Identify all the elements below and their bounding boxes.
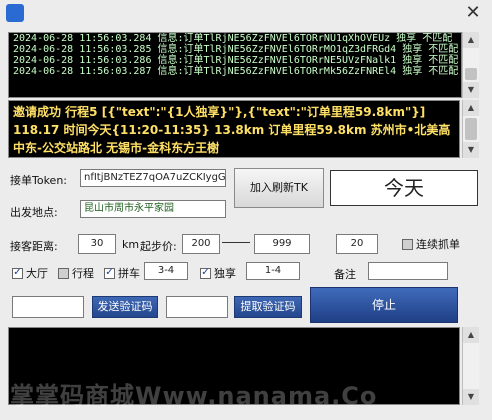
stop-button[interactable]: 停止 xyxy=(310,287,458,323)
continuous-grab-label: 连续抓单 xyxy=(416,238,460,251)
fetch-code-input[interactable] xyxy=(166,296,228,318)
checkbox-box[interactable]: ✓ xyxy=(12,267,23,279)
scroll-up-icon[interactable]: ▲ xyxy=(463,32,479,48)
range-separator xyxy=(222,242,250,243)
distance-label: 接客距离: xyxy=(10,240,58,253)
order-line: 中东-公交站路北 无锡市-金科东方王榭 xyxy=(13,141,220,155)
remark-input[interactable] xyxy=(368,262,448,280)
price-label: 起步价: xyxy=(140,240,177,253)
log-line: 2024-06-28 11:56:03.284 信息:订单TlRjNE56ZzF… xyxy=(13,33,453,44)
log-panel: 2024-06-28 11:56:03.284 信息:订单TlRjNE56ZzF… xyxy=(8,32,462,98)
close-button[interactable]: ✕ xyxy=(460,2,486,24)
trip-checkbox[interactable]: 行程 xyxy=(58,265,94,281)
exclusive-checkbox[interactable]: ✓ 独享 xyxy=(200,265,236,281)
app-icon xyxy=(6,4,24,22)
app-window: ✕ 2024-06-28 11:56:03.284 信息:订单TlRjNE56Z… xyxy=(0,0,492,420)
log-line: 2024-06-28 11:56:03.285 信息:订单TlRjNE56ZzF… xyxy=(13,44,459,55)
price-min-input[interactable]: 200 xyxy=(182,234,220,254)
carpool-checkbox[interactable]: ✓ 拼车 xyxy=(104,265,140,281)
scroll-thumb[interactable] xyxy=(465,68,477,80)
distance-unit: km xyxy=(122,238,140,251)
send-code-button[interactable]: 发送验证码 xyxy=(92,296,158,318)
origin-label: 出发地点: xyxy=(10,206,58,219)
log-line: 2024-06-28 11:56:03.287 信息:订单TlRjNE56ZzF… xyxy=(13,66,459,77)
scroll-thumb[interactable] xyxy=(465,118,477,140)
scroll-down-icon[interactable]: ▼ xyxy=(463,82,479,98)
order-line: 118.17 时间今天{11:20-11:35} 13.8km 订单里程59.8… xyxy=(13,123,451,137)
log-line: 2024-06-28 11:56:03.286 信息:订单TlRjNE56ZzF… xyxy=(13,55,459,66)
scroll-up-icon[interactable]: ▲ xyxy=(463,100,479,116)
distance-input[interactable]: 30 xyxy=(78,234,116,254)
hall-checkbox[interactable]: ✓ 大厅 xyxy=(12,265,48,281)
count-input[interactable]: 20 xyxy=(336,234,378,254)
hall-label: 大厅 xyxy=(26,267,48,280)
scroll-down-icon[interactable]: ▼ xyxy=(463,389,479,405)
log-scrollbar[interactable]: ▲ ▼ xyxy=(462,32,479,98)
price-max-input[interactable]: 999 xyxy=(254,234,310,254)
checkbox-box[interactable] xyxy=(58,267,69,279)
scroll-up-icon[interactable]: ▲ xyxy=(463,327,479,343)
token-input[interactable]: nfItjBNzTEZ7qOA7uZCKIygG8v xyxy=(80,169,226,187)
fetch-code-button[interactable]: 提取验证码 xyxy=(234,296,302,318)
refresh-token-button[interactable]: 加入刷新TK xyxy=(234,168,324,208)
continuous-grab-checkbox[interactable]: 连续抓单 xyxy=(402,236,460,252)
order-detail-panel: 邀请成功 行程5 [{"text":"{1人独享}"},{"text":"订单里… xyxy=(8,100,460,158)
scroll-down-icon[interactable]: ▼ xyxy=(463,142,479,158)
checkbox-box[interactable]: ✓ xyxy=(200,267,211,279)
order-line: 邀请成功 行程5 [{"text":"{1人独享}"},{"text":"订单里… xyxy=(13,105,426,119)
token-label: 接单Token: xyxy=(10,174,68,187)
origin-input[interactable]: 昆山市周市永平家园 xyxy=(80,200,226,218)
remark-label: 备注 xyxy=(334,268,356,281)
exclusive-range-input[interactable]: 1-4 xyxy=(246,262,300,280)
title-bar: ✕ xyxy=(0,0,492,28)
carpool-range-input[interactable]: 3-4 xyxy=(144,262,188,280)
checkbox-box[interactable] xyxy=(402,238,413,250)
watermark: 掌掌码商城Www.nanama.Co xyxy=(10,382,378,410)
exclusive-label: 独享 xyxy=(214,267,236,280)
date-display: 今天 xyxy=(330,170,478,206)
carpool-label: 拼车 xyxy=(118,267,140,280)
trip-label: 行程 xyxy=(72,267,94,280)
order-scrollbar[interactable]: ▲ ▼ xyxy=(462,100,479,158)
output-scrollbar[interactable]: ▲ ▼ xyxy=(462,327,479,405)
send-code-input[interactable] xyxy=(12,296,84,318)
checkbox-box[interactable]: ✓ xyxy=(104,267,115,279)
